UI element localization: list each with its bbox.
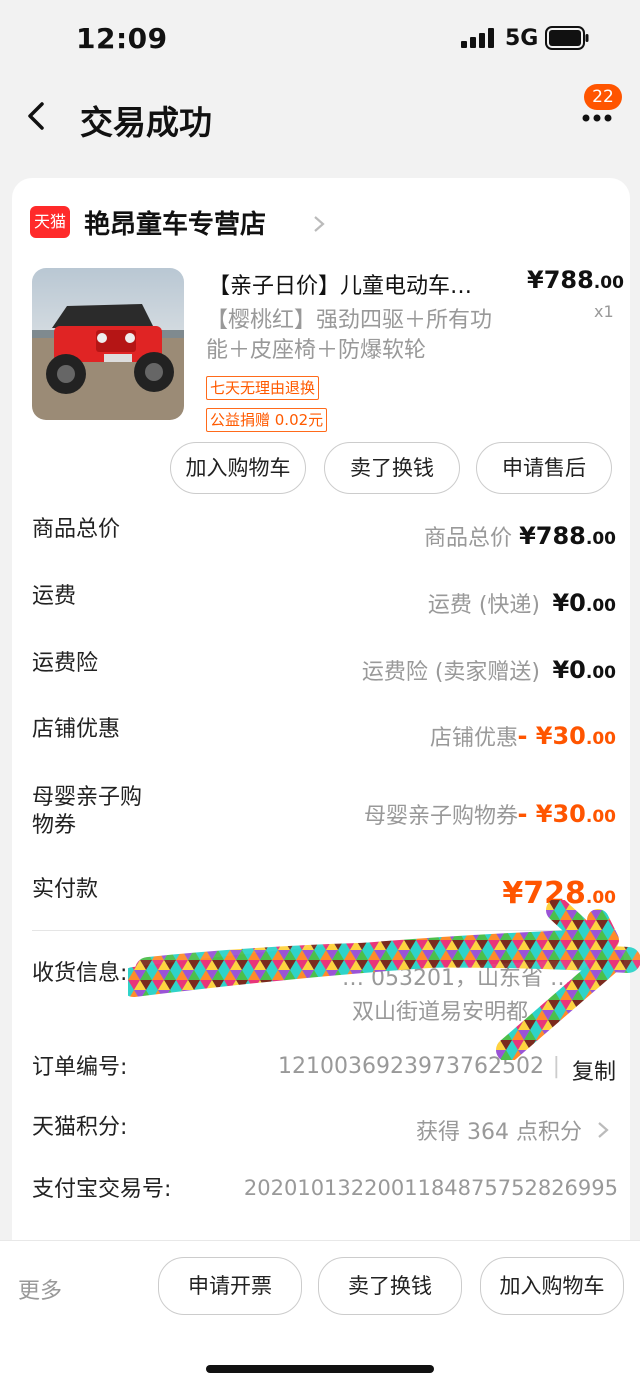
points-value: 获得 364 点积分 bbox=[416, 1120, 582, 1145]
row-amount: - ¥30.00 bbox=[517, 722, 616, 750]
points-row[interactable]: 天猫积分: 获得 364 点积分 bbox=[32, 1114, 612, 1154]
request-invoice-button[interactable]: 申请开票 bbox=[158, 1257, 302, 1315]
product-spec: 【樱桃红】强劲四驱＋所有功能＋皮座椅＋防爆软轮 bbox=[206, 308, 493, 363]
alipay-label: 支付宝交易号: bbox=[32, 1177, 172, 1202]
more-menu-icon[interactable] bbox=[572, 106, 622, 136]
paid-label: 实付款 bbox=[32, 877, 99, 902]
row-desc: 店铺优惠 bbox=[429, 726, 518, 751]
tmall-logo: 天猫 bbox=[30, 206, 70, 238]
home-indicator bbox=[206, 1365, 434, 1373]
status-time: 12:09 bbox=[76, 22, 168, 55]
nav-bar: 交易成功 22 bbox=[0, 78, 640, 158]
row-amount-main: - ¥30 bbox=[517, 722, 586, 750]
resell-button[interactable]: 卖了换钱 bbox=[324, 442, 460, 494]
row-amount-cents: .00 bbox=[585, 529, 616, 549]
order-number-row: 订单编号: 1210036923973762502 | 复制 bbox=[32, 1054, 616, 1094]
alipay-row: 支付宝交易号: 2020101322001184875752826995 bbox=[32, 1176, 618, 1216]
status-bar: 12:09 5G bbox=[0, 0, 640, 78]
row-label: 运费险 bbox=[32, 651, 99, 676]
row-amount-cents: .00 bbox=[585, 596, 616, 616]
price-row-coupon: 母婴亲子购物券 母婴亲子购物券 - ¥30.00 bbox=[32, 784, 616, 844]
price-row-shipping-insurance: 运费险 运费险 (卖家赠送) ¥0.00 bbox=[32, 650, 616, 690]
product-title[interactable]: 【亲子日价】儿童电动车… bbox=[208, 268, 508, 300]
row-label: 店铺优惠 bbox=[32, 717, 121, 742]
price-row-store-discount: 店铺优惠 店铺优惠 - ¥30.00 bbox=[32, 716, 616, 756]
kids-jeep-image bbox=[32, 268, 184, 420]
price-row-subtotal: 商品总价 商品总价 ¥788.00 bbox=[32, 516, 616, 556]
price-row-shipping: 运费 运费 (快递) ¥0.00 bbox=[32, 583, 616, 623]
row-amount-main: ¥0 bbox=[552, 656, 586, 684]
row-label: 运费 bbox=[32, 584, 77, 609]
row-amount-cents: .00 bbox=[585, 729, 616, 749]
row-amount-cents: .00 bbox=[585, 663, 616, 683]
add-to-cart-button[interactable]: 加入购物车 bbox=[170, 442, 306, 494]
row-desc: 母婴亲子购物券 bbox=[363, 804, 518, 829]
battery-icon bbox=[545, 26, 589, 50]
chevron-right-icon bbox=[598, 1122, 609, 1138]
chevron-right-icon bbox=[314, 216, 325, 232]
signal-icon bbox=[461, 28, 494, 48]
row-desc: 运费险 (卖家赠送) bbox=[361, 660, 540, 685]
row-amount-main: ¥0 bbox=[552, 589, 586, 617]
row-amount: - ¥30.00 bbox=[517, 800, 616, 828]
back-icon[interactable] bbox=[24, 96, 54, 136]
row-amount: ¥0.00 bbox=[552, 589, 616, 617]
points-label: 天猫积分: bbox=[32, 1115, 128, 1140]
store-name[interactable]: 艳昂童车专营店 bbox=[84, 204, 266, 241]
order-card: 天猫 艳昂童车专营店 【亲子日价】儿童电动车… ¥788.00 x1 【樱桃红】… bbox=[12, 178, 630, 1278]
row-amount: ¥0.00 bbox=[552, 656, 616, 684]
network-type: 5G bbox=[505, 26, 539, 51]
add-to-cart-button-bottom[interactable]: 加入购物车 bbox=[480, 1257, 624, 1315]
row-desc: 运费 (快递) bbox=[427, 593, 540, 618]
tag-charity: 公益捐赠 0.02元 bbox=[206, 408, 328, 432]
bottom-action-bar: 更多 申请开票 卖了换钱 加入购物车 bbox=[0, 1240, 640, 1386]
row-amount: ¥788.00 bbox=[519, 522, 616, 550]
product-price-cents: .00 bbox=[593, 273, 624, 293]
product-image[interactable] bbox=[32, 268, 184, 420]
page-title: 交易成功 bbox=[80, 103, 212, 142]
product-price: ¥788.00 bbox=[527, 266, 624, 294]
tag-return-policy: 七天无理由退换 bbox=[206, 376, 320, 400]
row-amount-main: - ¥30 bbox=[517, 800, 586, 828]
resell-button-bottom[interactable]: 卖了换钱 bbox=[318, 1257, 462, 1315]
message-count-badge: 22 bbox=[584, 84, 622, 110]
row-amount-cents: .00 bbox=[585, 807, 616, 827]
alipay-trade-number: 2020101322001184875752826995 bbox=[243, 1176, 618, 1200]
product-quantity: x1 bbox=[594, 302, 614, 321]
redaction-scribble bbox=[128, 900, 640, 1060]
row-label: 商品总价 bbox=[32, 517, 121, 542]
product-price-main: ¥788 bbox=[527, 266, 594, 294]
shipping-label: 收货信息: bbox=[32, 961, 128, 986]
order-number-label: 订单编号: bbox=[32, 1055, 128, 1080]
row-desc: 商品总价 bbox=[423, 526, 512, 551]
more-button[interactable]: 更多 bbox=[18, 1273, 62, 1305]
row-amount-main: ¥788 bbox=[519, 522, 586, 550]
after-sales-button[interactable]: 申请售后 bbox=[476, 442, 612, 494]
row-label: 母婴亲子购物券 bbox=[32, 785, 143, 838]
